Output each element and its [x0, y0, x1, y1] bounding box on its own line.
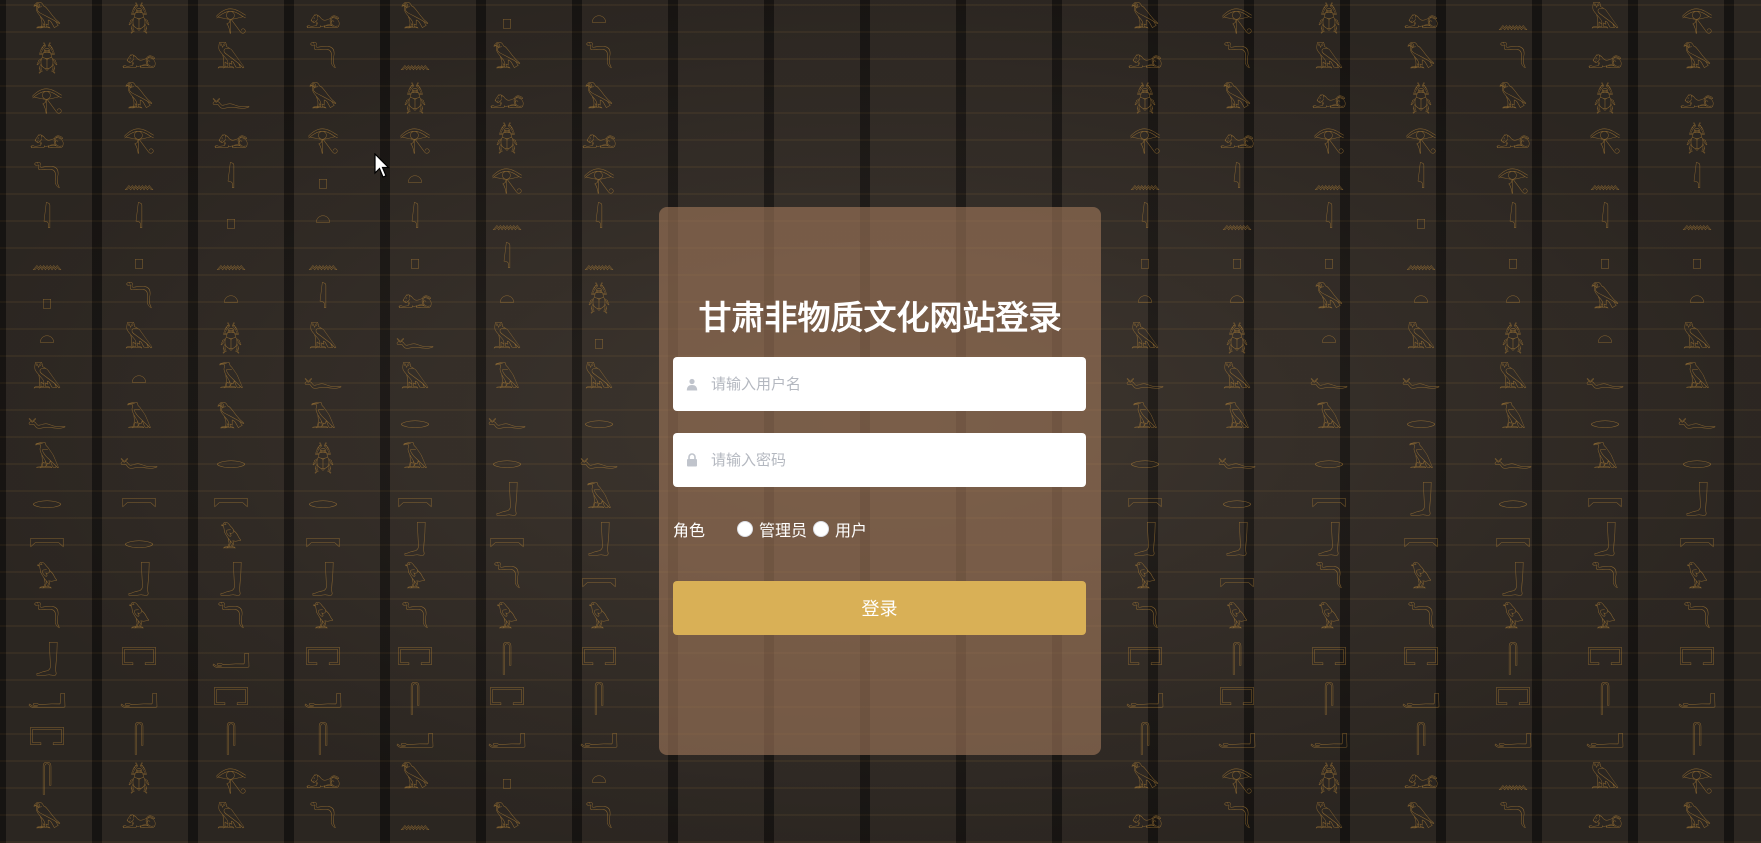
role-label: 角色: [673, 521, 706, 540]
username-input[interactable]: [709, 374, 1073, 394]
password-field[interactable]: [673, 433, 1086, 487]
username-field[interactable]: [673, 357, 1086, 411]
login-button[interactable]: 登录: [673, 581, 1086, 635]
radio-admin[interactable]: [737, 521, 754, 537]
hieroglyph-column: 𓂀𓅃𓃭𓆣𓇋𓈖𓊪𓏏𓅓𓄿𓆑𓂋𓃀𓇯𓅱𓆓𓉐𓂝𓋴𓂀𓅃: [1677, 5, 1717, 835]
role-option-label: 管理员: [759, 521, 808, 540]
hieroglyph-column: 𓅃𓃭𓆣𓂀𓈖𓇋𓊪𓏏𓅓𓆑𓄿𓂋𓇯𓃀𓅱𓆓𓉐𓂝𓋴𓅃𓃭: [1125, 5, 1165, 835]
hieroglyph-column: 𓂀𓅓𓆑𓃭𓇋𓊪𓈖𓏏𓆣𓄿𓅃𓂋𓇯𓅱𓃀𓆓𓂝𓉐𓋴𓂀𓅓: [211, 5, 251, 835]
login-card: 甘肃非物质文化网站登录 角色 管理员 用户 登录: [659, 207, 1101, 755]
hieroglyph-column: 𓅓𓃭𓆣𓂀𓈖𓇋𓊪𓅃𓏏𓆑𓂋𓄿𓇯𓃀𓆓𓅱𓉐𓋴𓂝𓅓𓃭: [1585, 5, 1625, 835]
hieroglyph-column: 𓆣𓅓𓃭𓂀𓈖𓇋𓊪𓅃𓏏𓆑𓄿𓂋𓇯𓃀𓆓𓅱𓉐𓋴𓂝𓆣𓅓: [1309, 5, 1349, 835]
hieroglyph-column: 𓅃𓆣𓂀𓃭𓆓𓇋𓈖𓊪𓏏𓅓𓆑𓄿𓂋𓇯𓅱𓆓𓃀𓂝𓉐𓋴𓅃: [27, 5, 67, 835]
role-option-admin[interactable]: 管理员: [737, 517, 807, 541]
hieroglyph-column: 𓃭𓅃𓆣𓂀𓇋𓊪𓈖𓏏𓅓𓆑𓂋𓄿𓃀𓇯𓅱𓆓𓉐𓂝𓋴𓃭𓅃: [1401, 5, 1441, 835]
lock-icon: [685, 453, 699, 467]
hieroglyph-column: 𓈖𓆓𓅃𓃭𓂀𓇋𓊪𓏏𓆣𓅓𓄿𓆑𓂋𓇯𓃀𓅱𓋴𓉐𓂝𓈖𓆓: [1493, 5, 1533, 835]
hieroglyph-column: 𓂀𓆓𓅃𓃭𓇋𓈖𓊪𓏏𓆣𓅓𓄿𓆑𓂋𓃀𓇯𓅱𓋴𓉐𓂝𓂀𓆓: [1217, 5, 1257, 835]
hieroglyph-column: 𓅃𓈖𓆣𓂀𓏏𓇋𓊪𓃭𓆑𓅓𓂋𓄿𓇯𓃀𓅱𓆓𓉐𓋴𓂝𓅃𓈖: [395, 5, 435, 835]
role-selector: 角色 管理员 用户: [673, 517, 873, 541]
login-title: 甘肃非物质文化网站登录: [698, 298, 1062, 337]
role-option-user[interactable]: 用户: [813, 517, 867, 541]
password-input[interactable]: [709, 450, 1073, 470]
hieroglyph-column: 𓊪𓅃𓃭𓆣𓂀𓈖𓇋𓏏𓅓𓄿𓆑𓂋𓃀𓇯𓆓𓅱𓋴𓉐𓂝𓊪𓅃: [487, 5, 527, 835]
hieroglyph-column: 𓃭𓆓𓅃𓂀𓊪𓏏𓈖𓇋𓅓𓆑𓄿𓆣𓂋𓇯𓃀𓅱𓉐𓂝𓋴𓃭𓆓: [303, 5, 343, 835]
radio-user[interactable]: [813, 521, 830, 537]
role-option-label: 用户: [835, 521, 868, 540]
user-icon: [685, 377, 699, 391]
hieroglyph-column: 𓆣𓃭𓅃𓂀𓈖𓇋𓊪𓆓𓅓𓏏𓄿𓆑𓇯𓂋𓃀𓅱𓉐𓂝𓋴𓆣𓃭: [119, 5, 159, 835]
hieroglyph-column: 𓏏𓆓𓅃𓃭𓂀𓇋𓈖𓆣𓊪𓅓𓂋𓆑𓄿𓃀𓇯𓅱𓉐𓋴𓂝𓏏𓆓: [579, 5, 619, 835]
